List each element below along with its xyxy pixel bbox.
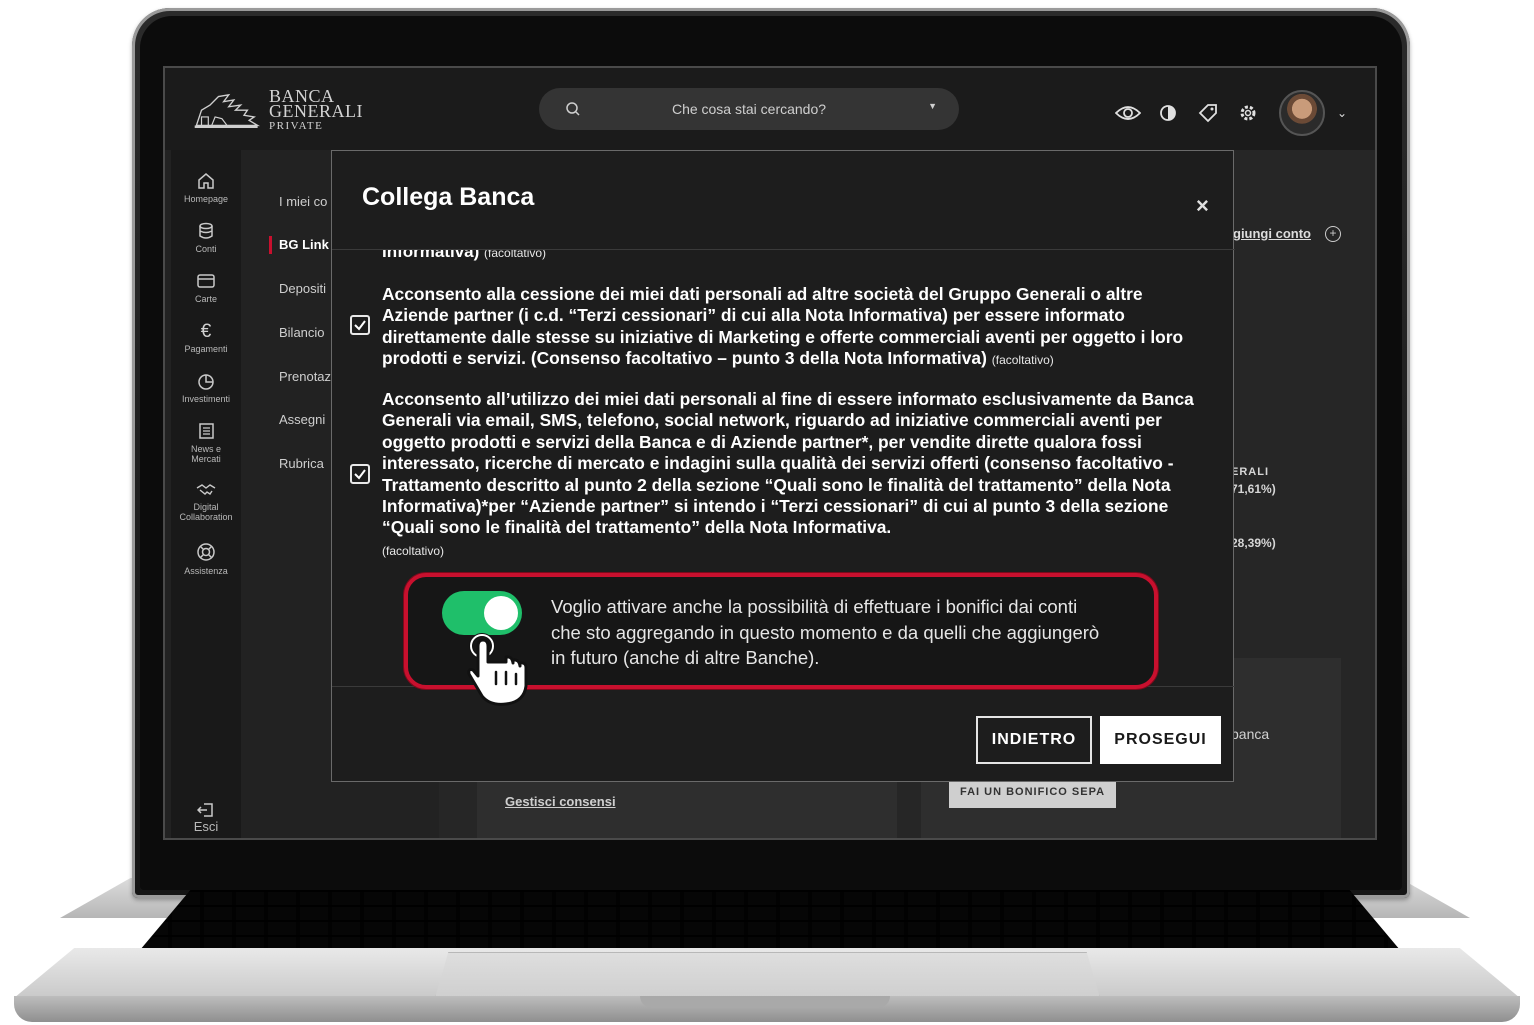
news-icon <box>199 423 214 439</box>
sidebar-item-investimenti[interactable]: Investimenti <box>171 372 241 404</box>
cut-consent-label: Informativa) <box>382 250 480 261</box>
back-button[interactable]: INDIETRO <box>976 716 1092 764</box>
banca-generali-logo[interactable]: BANCA GENERALI PRIVATE <box>193 86 363 136</box>
consent-2-text: Acconsento all’utilizzo dei miei dati pe… <box>382 389 1212 562</box>
sidebar-item-carte[interactable]: Carte <box>171 272 241 304</box>
sidebar-item-homepage[interactable]: Homepage <box>171 172 241 204</box>
sidebar-item-news[interactable]: News e Mercati <box>171 422 241 464</box>
sidebar-item-label-2: Mercati <box>191 454 221 464</box>
sidebar: Homepage Conti Carte € Pagamenti Investi… <box>171 150 241 838</box>
sidebar-item-label: Assistenza <box>184 566 228 576</box>
submenu-item-bg-link[interactable]: BG Link <box>279 237 329 252</box>
consent-1-text: Acconsento alla cessione dei miei dati p… <box>382 284 1212 372</box>
consent-1-label: Acconsento alla cessione dei miei dati p… <box>382 284 1184 369</box>
search-placeholder: Che cosa stai cercando? <box>671 101 827 117</box>
sidebar-item-pagamenti[interactable]: € Pagamenti <box>171 321 241 355</box>
modal-title: Collega Banca <box>362 183 535 211</box>
sidebar-item-assistenza[interactable]: Assistenza <box>171 542 241 576</box>
percentage-2: 28,39%) <box>1231 536 1276 550</box>
transfer-toggle[interactable] <box>442 591 522 635</box>
sidebar-item-label: News e <box>190 444 221 454</box>
sidebar-item-label-2: Collaboration <box>179 512 233 522</box>
logo-line-3: PRIVATE <box>269 119 324 132</box>
handshake-icon <box>196 484 216 495</box>
sidebar-item-label: Homepage <box>183 194 229 204</box>
consent-1-optional: (facoltativo) <box>991 353 1054 368</box>
sidebar-item-label: Conti <box>195 244 217 254</box>
proceed-button[interactable]: PROSEGUI <box>1100 716 1221 764</box>
euro-icon: € <box>200 321 212 342</box>
close-icon[interactable]: × <box>1196 193 1209 219</box>
submenu-item-assegni[interactable]: Assegni <box>279 412 325 427</box>
avatar[interactable] <box>1279 90 1325 136</box>
hand-pointer-icon <box>467 633 528 706</box>
submenu-active-indicator <box>269 236 272 254</box>
consent-2-label: Acconsento all’utilizzo dei miei dati pe… <box>382 389 1194 538</box>
consent-2-checkbox[interactable] <box>350 464 370 484</box>
sidebar-item-label: Investimenti <box>181 394 231 404</box>
sidebar-item-conti[interactable]: Conti <box>171 222 241 254</box>
laptop-notch <box>640 996 890 1008</box>
sidebar-item-label: Carte <box>194 294 217 304</box>
checkmark-icon <box>354 320 366 331</box>
transfer-toggle-label: Voglio attivare anche la possibilità di … <box>551 596 1100 668</box>
search-caret-icon: ▼ <box>928 101 937 111</box>
percentage-1: 71,61%) <box>1231 482 1276 496</box>
lion-logo-icon <box>194 93 261 129</box>
logout-button[interactable]: Esci <box>171 802 241 834</box>
bank-name-fragment: ERALI <box>1231 466 1269 478</box>
chevron-down-icon[interactable]: ⌄ <box>1337 106 1347 120</box>
app-screen: BANCA GENERALI PRIVATE Che cosa stai cer… <box>163 66 1377 840</box>
logout-label: Esci <box>193 819 219 834</box>
submenu-item-depositi[interactable]: Depositi <box>279 281 326 296</box>
laptop-keyboard <box>140 890 1400 950</box>
banca-text: banca <box>1231 726 1270 742</box>
manage-consents-link[interactable]: Gestisci consensi <box>505 794 616 809</box>
submenu-item-prenotazioni[interactable]: Prenotaz <box>279 369 331 384</box>
consent-1-checkbox[interactable] <box>350 315 370 335</box>
marketing-laptop-mockup: BANCA GENERALI PRIVATE Che cosa stai cer… <box>0 0 1534 1025</box>
sidebar-item-label: Pagamenti <box>184 344 228 354</box>
tag-icon[interactable] <box>1193 95 1223 131</box>
card-icon <box>197 274 215 288</box>
home-icon <box>198 173 214 189</box>
database-icon <box>199 222 213 239</box>
sidebar-item-label: Digital <box>193 502 219 512</box>
add-account-link[interactable]: giungi conto <box>1233 226 1311 241</box>
consent-2-optional: (facoltativo) <box>382 543 445 558</box>
contrast-icon[interactable] <box>1153 95 1183 131</box>
top-bar: BANCA GENERALI PRIVATE Che cosa stai cer… <box>165 68 1375 150</box>
submenu-item-rubrica[interactable]: Rubrica <box>279 456 324 471</box>
sepa-transfer-button[interactable]: FAI UN BONIFICO SEPA <box>949 780 1116 808</box>
cut-consent-optional: (facoltativo) <box>484 250 547 260</box>
submenu-item-bilancio[interactable]: Bilancio <box>279 325 325 340</box>
cut-consent-text: Informativa) (facoltativo) <box>382 250 546 262</box>
logo-text: BANCA GENERALI PRIVATE <box>269 87 363 134</box>
eye-icon[interactable] <box>1113 95 1143 131</box>
laptop-trackpad <box>435 952 1100 998</box>
submenu-item-miei-conti[interactable]: I miei co <box>279 194 327 209</box>
search-bar[interactable]: Che cosa stai cercando? ▼ <box>539 88 959 130</box>
plus-circle-icon[interactable]: + <box>1325 226 1341 242</box>
header-actions: ⌄ <box>1113 90 1347 136</box>
checkmark-icon <box>354 469 366 480</box>
logo-line-2: GENERALI <box>269 100 363 121</box>
gear-icon[interactable] <box>1233 95 1263 131</box>
toggle-knob <box>484 596 518 630</box>
pie-icon <box>198 374 214 390</box>
logout-icon <box>197 803 213 817</box>
lifebuoy-icon <box>197 543 215 561</box>
sidebar-item-digital-collaboration[interactable]: Digital Collaboration <box>171 482 241 522</box>
